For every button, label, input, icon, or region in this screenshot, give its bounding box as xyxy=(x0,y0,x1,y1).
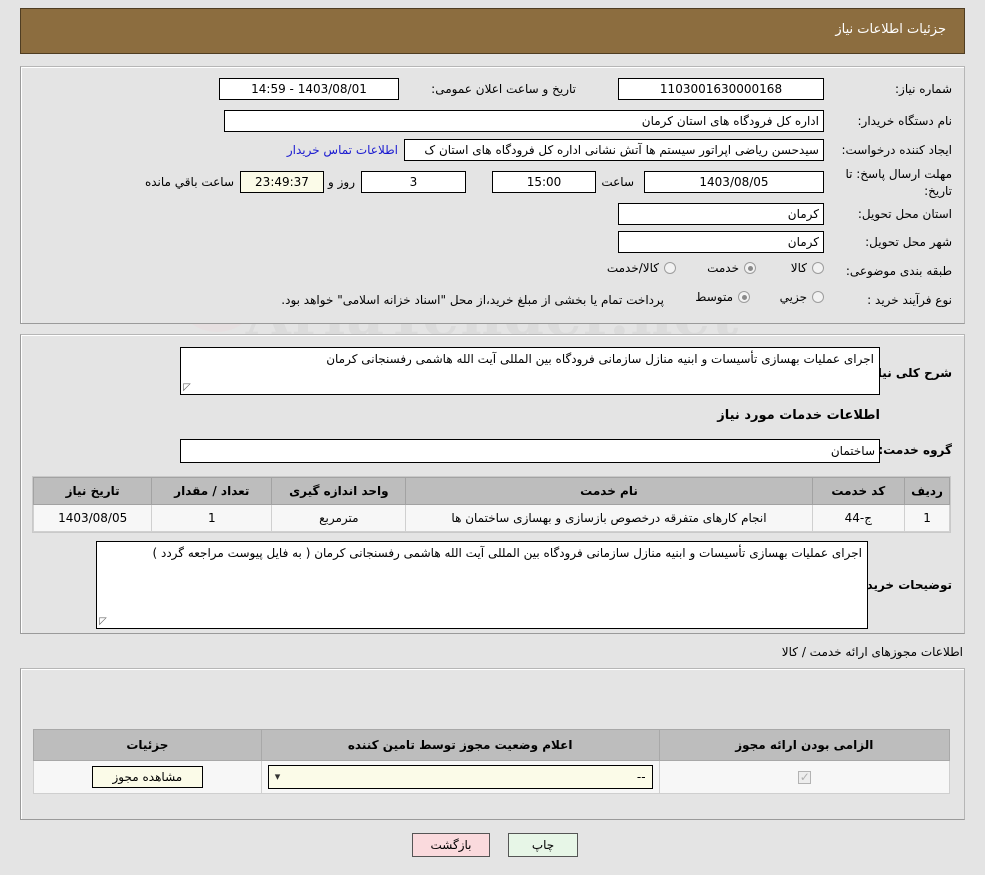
resize-grip-icon[interactable]: ◹ xyxy=(183,382,193,393)
cell-status: ▾ -- xyxy=(260,760,660,794)
announce-datetime-value: 1403/08/01 - 14:59 xyxy=(219,78,399,100)
cell-name: انجام کارهای متفرقه درخصوص بازسازی و بهس… xyxy=(405,504,813,532)
radio-icon[interactable] xyxy=(738,291,750,303)
permits-table: الزامی بودن ارائه مجوز اعلام وضعیت مجوز … xyxy=(33,729,951,794)
process-type-label: نوع فرآیند خرید : xyxy=(867,293,952,307)
col-qty: تعداد / مقدار xyxy=(151,477,273,505)
buyer-contact-link[interactable]: اطلاعات تماس خریدار xyxy=(287,143,398,157)
table-row: 1 ج-44 انجام کارهای متفرقه درخصوص بازساز… xyxy=(32,504,950,532)
cell-qty: 1 xyxy=(151,504,273,532)
radio-icon[interactable] xyxy=(812,262,824,274)
summary-value-box[interactable]: اجرای عملیات بهسازی تأسیسات و ابنیه مناز… xyxy=(180,347,880,395)
permits-table-header-row: الزامی بودن ارائه مجوز اعلام وضعیت مجوز … xyxy=(33,729,951,761)
cell-radif: 1 xyxy=(904,504,950,532)
category-option-kala[interactable]: کالا xyxy=(791,261,824,275)
province-value: کرمان xyxy=(618,203,824,225)
table-row: ▾ -- مشاهده مجوز xyxy=(33,760,951,794)
deadline-hour-label: ساعت xyxy=(601,175,634,189)
radio-icon[interactable] xyxy=(664,262,676,274)
print-button[interactable]: چاپ xyxy=(508,833,578,857)
col-radif: ردیف xyxy=(904,477,950,505)
category-option-label: کالا xyxy=(790,261,807,275)
col-date: تاریخ نیاز xyxy=(32,477,153,505)
col-required: الزامی بودن ارائه مجوز xyxy=(658,729,951,761)
city-label: شهر محل تحویل: xyxy=(865,235,952,249)
page-title: جزئیات اطلاعات نیاز xyxy=(835,22,946,37)
category-option-khedmat[interactable]: خدمت xyxy=(707,261,756,275)
province-label: استان محل تحویل: xyxy=(857,207,952,221)
chevron-down-icon: ▾ xyxy=(274,770,281,783)
cell-required xyxy=(658,760,951,794)
col-details: جزئیات xyxy=(33,729,262,761)
permit-status-select[interactable]: ▾ -- xyxy=(267,765,653,789)
col-unit: واحد اندازه گیری xyxy=(271,477,407,505)
payment-note: پرداخت تمام یا بخشی از مبلغ خرید،از محل … xyxy=(281,293,664,307)
permits-panel: الزامی بودن ارائه مجوز اعلام وضعیت مجوز … xyxy=(20,668,965,820)
service-group-value: ساختمان xyxy=(180,439,880,463)
col-name: نام خدمت xyxy=(405,477,813,505)
service-group-label: گروه خدمت: xyxy=(878,443,952,457)
summary-value: اجرای عملیات بهسازی تأسیسات و ابنیه مناز… xyxy=(326,352,874,366)
required-checkbox xyxy=(797,770,811,784)
permits-section-title: اطلاعات مجوزهای ارائه خدمت / کالا xyxy=(781,645,963,659)
cell-code: ج-44 xyxy=(811,504,906,532)
process-option-motevaset[interactable]: متوسط xyxy=(695,290,750,304)
category-label: طبقه بندی موضوعی: xyxy=(845,264,952,278)
page-root: AriaTender.net جزئیات اطلاعات نیاز شماره… xyxy=(0,0,985,875)
cell-details: مشاهده مجوز xyxy=(33,760,262,794)
need-number-label: شماره نیاز: xyxy=(895,82,952,96)
radio-icon[interactable] xyxy=(744,262,756,274)
page-header-bar: جزئیات اطلاعات نیاز xyxy=(20,8,965,54)
resize-grip-icon[interactable]: ◹ xyxy=(99,616,109,627)
back-button[interactable]: بازگشت xyxy=(412,833,490,857)
remaining-time: 23:49:37 xyxy=(240,171,324,193)
city-value: کرمان xyxy=(618,231,824,253)
deadline-label: مهلت ارسال پاسخ: تا تاریخ: xyxy=(845,167,952,198)
cell-date: 1403/08/05 xyxy=(32,504,153,532)
radio-icon[interactable] xyxy=(812,291,824,303)
services-table: ردیف کد خدمت نام خدمت واحد اندازه گیری ت… xyxy=(32,477,950,532)
remaining-days: 3 xyxy=(361,171,466,193)
requester-label: ایجاد کننده درخواست: xyxy=(841,143,952,157)
remaining-time-label: ساعت باقي مانده xyxy=(144,175,234,189)
col-status: اعلام وضعیت مجوز توسط تامین کننده xyxy=(260,729,660,761)
announce-datetime-label: تاریخ و ساعت اعلان عمومی: xyxy=(431,82,576,96)
category-option-label: کالا/خدمت xyxy=(606,261,659,275)
remaining-days-label: روز و xyxy=(328,175,355,189)
permit-status-value: -- xyxy=(636,770,646,784)
buyer-notes-value: اجرای عملیات بهسازی تأسیسات و ابنیه مناز… xyxy=(152,546,863,560)
need-number-value: 1103001630000168 xyxy=(618,78,824,100)
need-details-panel: شرح کلی نیاز: اجرای عملیات بهسازی تأسیسا… xyxy=(20,334,965,634)
need-info-panel: شماره نیاز: 1103001630000168 تاریخ و ساع… xyxy=(20,66,965,324)
cell-unit: مترمربع xyxy=(271,504,407,532)
col-code: کد خدمت xyxy=(811,477,906,505)
requester-value: سیدحسن ریاضی اپراتور سیستم ها آتش نشانی … xyxy=(404,139,824,161)
process-option-label: جزیي xyxy=(779,290,807,304)
buyer-org-label: نام دستگاه خریدار: xyxy=(857,114,953,128)
process-option-label: متوسط xyxy=(695,290,733,304)
deadline-date: 1403/08/05 xyxy=(644,171,824,193)
buyer-notes-box[interactable]: اجرای عملیات بهسازی تأسیسات و ابنیه مناز… xyxy=(96,541,868,629)
category-option-label: خدمت xyxy=(707,261,739,275)
buyer-org-value: اداره کل فرودگاه های استان کرمان xyxy=(224,110,824,132)
services-heading: اطلاعات خدمات مورد نیاز xyxy=(717,408,880,423)
category-option-kala-khedmat[interactable]: کالا/خدمت xyxy=(607,261,676,275)
process-option-jozei[interactable]: جزیي xyxy=(780,290,824,304)
view-permit-button[interactable]: مشاهده مجوز xyxy=(91,766,204,788)
services-table-header-row: ردیف کد خدمت نام خدمت واحد اندازه گیری ت… xyxy=(32,477,950,505)
deadline-hour: 15:00 xyxy=(492,171,596,193)
